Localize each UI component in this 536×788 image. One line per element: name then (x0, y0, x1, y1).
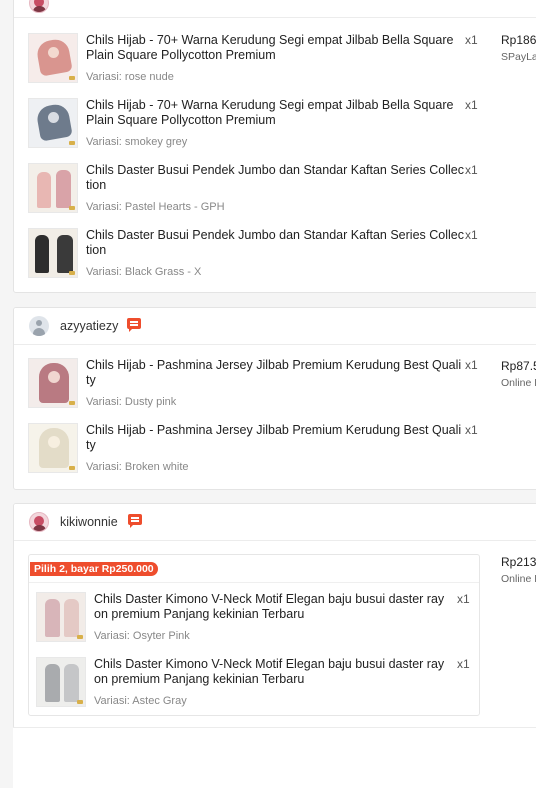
chat-icon[interactable] (128, 514, 142, 528)
product-title[interactable]: Chils Hijab - Pashmina Jersey Jilbab Pre… (86, 358, 464, 388)
payment-method: Online P (501, 377, 536, 389)
shop-username[interactable]: kikiwonnie (60, 515, 118, 529)
product-thumbnail[interactable] (28, 423, 78, 473)
product-quantity: x1 (465, 98, 478, 112)
product-variant: Variasi: Osyter Pink (94, 630, 190, 642)
product-variant: Variasi: Black Grass - X (86, 266, 202, 278)
order-card-3: kikiwonnie Pilih 2, bayar Rp250.000 Chil… (13, 503, 536, 729)
bundle-deal-badge[interactable]: Pilih 2, bayar Rp250.000 (30, 562, 158, 576)
product-thumbnail[interactable] (36, 657, 86, 707)
order-card-2: azyyatiezy Chils Hijab - Pashmina Jersey… (13, 307, 536, 490)
order-card-1: Chils Hijab - 70+ Warna Kerudung Segi em… (13, 0, 536, 293)
product-quantity: x1 (465, 228, 478, 242)
product-variant: Variasi: smokey grey (86, 136, 188, 148)
order-item[interactable]: Chils Hijab - 70+ Warna Kerudung Segi em… (28, 98, 498, 150)
product-thumbnail[interactable] (28, 98, 78, 148)
product-quantity: x1 (465, 423, 478, 437)
order-card-1-header (14, 0, 536, 18)
user-avatar-icon[interactable] (29, 512, 49, 532)
product-quantity: x1 (465, 163, 478, 177)
shop-username[interactable]: azyyatiezy (60, 319, 118, 333)
order-card-2-header: azyyatiezy (14, 308, 536, 345)
product-title[interactable]: Chils Daster Busui Pendek Jumbo dan Stan… (86, 163, 464, 193)
order-item[interactable]: Chils Daster Kimono V-Neck Motif Elegan … (36, 592, 476, 644)
product-title[interactable]: Chils Hijab - 70+ Warna Kerudung Segi em… (86, 98, 464, 128)
order-item[interactable]: Chils Hijab - Pashmina Jersey Jilbab Pre… (28, 358, 498, 410)
user-avatar-icon[interactable] (29, 316, 49, 336)
order-item[interactable]: Chils Hijab - Pashmina Jersey Jilbab Pre… (28, 423, 498, 475)
payment-method: SPayLa (501, 51, 536, 63)
product-title[interactable]: Chils Daster Kimono V-Neck Motif Elegan … (94, 657, 451, 687)
product-quantity: x1 (457, 592, 470, 606)
product-title[interactable]: Chils Daster Kimono V-Neck Motif Elegan … (94, 592, 451, 622)
product-thumbnail[interactable] (36, 592, 86, 642)
product-quantity: x1 (465, 33, 478, 47)
product-thumbnail[interactable] (28, 228, 78, 278)
bottom-panel (13, 727, 536, 788)
product-title[interactable]: Chils Hijab - Pashmina Jersey Jilbab Pre… (86, 423, 464, 453)
product-variant: Variasi: Broken white (86, 461, 189, 473)
order-item[interactable]: Chils Daster Kimono V-Neck Motif Elegan … (36, 657, 476, 709)
order-item[interactable]: Chils Daster Busui Pendek Jumbo dan Stan… (28, 228, 498, 280)
product-quantity: x1 (457, 657, 470, 671)
product-thumbnail[interactable] (28, 33, 78, 83)
order-total-price: Rp186 (501, 33, 536, 47)
product-variant: Variasi: Dusty pink (86, 396, 177, 408)
product-variant: Variasi: Astec Gray (94, 695, 187, 707)
product-variant: Variasi: Pastel Hearts - GPH (86, 201, 225, 213)
order-card-3-header: kikiwonnie (14, 504, 536, 541)
chat-icon[interactable] (127, 318, 141, 332)
product-title[interactable]: Chils Daster Busui Pendek Jumbo dan Stan… (86, 228, 464, 258)
bundle-promo-group: Pilih 2, bayar Rp250.000 Chils Daster Ki… (28, 554, 480, 716)
product-variant: Variasi: rose nude (86, 71, 174, 83)
order-total-price: Rp213 (501, 555, 536, 569)
order-item[interactable]: Chils Hijab - 70+ Warna Kerudung Segi em… (28, 33, 498, 85)
order-item[interactable]: Chils Daster Busui Pendek Jumbo dan Stan… (28, 163, 498, 215)
product-title[interactable]: Chils Hijab - 70+ Warna Kerudung Segi em… (86, 33, 464, 63)
user-avatar-icon[interactable] (29, 0, 49, 13)
payment-method: Online P (501, 573, 536, 585)
order-total-price: Rp87.5 (501, 359, 536, 373)
product-thumbnail[interactable] (28, 358, 78, 408)
product-quantity: x1 (465, 358, 478, 372)
product-thumbnail[interactable] (28, 163, 78, 213)
